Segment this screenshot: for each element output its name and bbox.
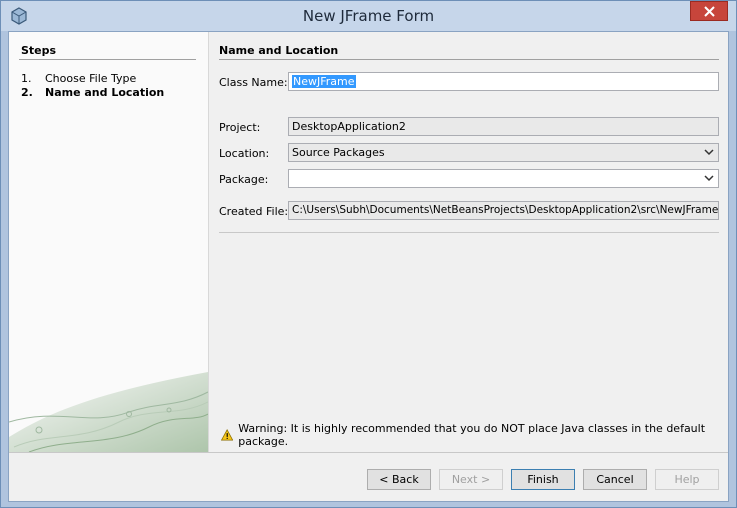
- created-file-label: Created File:: [219, 205, 289, 218]
- steps-divider: [19, 59, 196, 60]
- decorative-swirl-graphic: [9, 372, 208, 452]
- step-number: 2.: [21, 86, 33, 99]
- step-choose-file-type: 1. Choose File Type: [21, 72, 136, 85]
- finish-button[interactable]: Finish: [511, 469, 575, 490]
- title-bar[interactable]: New JFrame Form: [1, 1, 736, 31]
- cancel-button[interactable]: Cancel: [583, 469, 647, 490]
- chevron-down-icon: [704, 175, 714, 182]
- project-label: Project:: [219, 121, 261, 134]
- location-select[interactable]: Source Packages: [288, 143, 719, 162]
- back-button[interactable]: < Back: [367, 469, 431, 490]
- form-panel: Name and Location Class Name: NewJFrame …: [209, 32, 728, 452]
- step-name-and-location: 2. Name and Location: [21, 86, 164, 99]
- package-label: Package:: [219, 173, 269, 186]
- dialog-window: New JFrame Form Steps 1. Choose File Type…: [0, 0, 737, 508]
- steps-title: Steps: [21, 44, 57, 57]
- warning-message: Warning: It is highly recommended that y…: [221, 422, 728, 448]
- step-label: Choose File Type: [45, 72, 137, 85]
- steps-panel: Steps 1. Choose File Type 2. Name and Loca…: [9, 32, 209, 452]
- dialog-client: Steps 1. Choose File Type 2. Name and Loca…: [8, 31, 729, 502]
- next-button[interactable]: Next >: [439, 469, 503, 490]
- window-title: New JFrame Form: [302, 7, 435, 25]
- help-button[interactable]: Help: [655, 469, 719, 490]
- section-title: Name and Location: [219, 44, 339, 57]
- step-label: Name and Location: [45, 86, 165, 99]
- section-divider: [219, 59, 719, 60]
- project-field: DesktopApplication2: [288, 117, 719, 136]
- class-name-label: Class Name:: [219, 76, 288, 89]
- class-name-value: NewJFrame: [292, 75, 356, 88]
- form-divider: [219, 232, 719, 233]
- warning-icon: [221, 429, 234, 441]
- button-bar: < Back Next > Finish Cancel Help: [9, 452, 728, 502]
- location-label: Location:: [219, 147, 270, 160]
- package-select[interactable]: [288, 169, 719, 188]
- warning-text: Warning: It is highly recommended that y…: [238, 422, 706, 448]
- class-name-input[interactable]: NewJFrame: [288, 72, 719, 91]
- step-number: 1.: [21, 72, 32, 85]
- close-button[interactable]: [690, 1, 728, 21]
- chevron-down-icon: [704, 149, 714, 156]
- close-icon: [703, 5, 715, 17]
- location-value: Source Packages: [292, 146, 385, 159]
- created-file-field: C:\Users\Subh\Documents\NetBeansProjects…: [288, 201, 719, 220]
